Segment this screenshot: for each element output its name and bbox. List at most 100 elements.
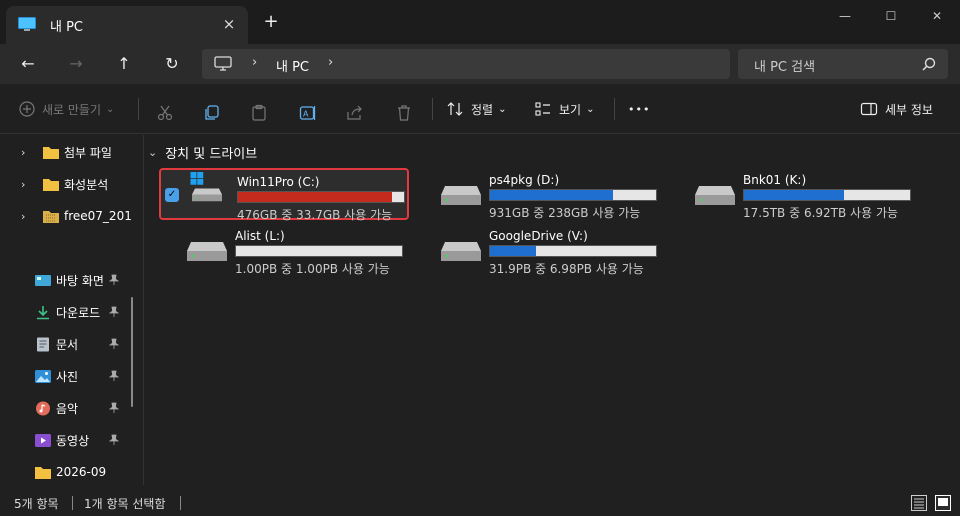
sidebar-item-music[interactable]: 음악 — [0, 395, 130, 421]
sidebar-item-label: 음악 — [56, 401, 79, 416]
pin-icon[interactable] — [109, 306, 119, 318]
download-icon — [37, 305, 49, 319]
breadcrumb-separator[interactable]: › — [252, 55, 257, 70]
chevron-right-icon[interactable]: › — [21, 210, 25, 223]
devices-section-header[interactable]: ⌄ 장치 및 드라이브 — [148, 143, 257, 162]
sidebar-item-analysis[interactable]: › 화성분석 — [0, 171, 130, 197]
details-pane-button[interactable]: 세부 정보 — [860, 97, 933, 121]
maximize-button[interactable]: ☐ — [868, 0, 914, 32]
chevron-right-icon[interactable]: › — [21, 178, 25, 191]
forward-button[interactable]: → — [64, 52, 88, 76]
drive-icon — [441, 186, 481, 205]
drive-item-k[interactable]: Bnk01 (K:) 17.5TB 중 6.92TB 사용 가능 — [667, 168, 917, 220]
pictures-icon — [35, 369, 51, 383]
new-tab-icon[interactable]: + — [262, 13, 280, 31]
sort-button[interactable]: 정렬 ⌄ — [446, 97, 506, 121]
drive-icon — [695, 186, 735, 205]
copy-icon[interactable] — [203, 104, 221, 122]
drive-item-d[interactable]: ps4pkg (D:) 931GB 중 238GB 사용 가능 — [413, 168, 663, 220]
sidebar-item-desktop[interactable]: 바탕 화면 — [0, 267, 130, 293]
drive-name: Alist (L:) — [235, 229, 285, 243]
new-button[interactable]: 새로 만들기 ⌄ — [18, 97, 114, 121]
details-pane-icon — [860, 102, 878, 116]
sidebar-item-2026-09[interactable]: 2026-09 — [0, 459, 130, 485]
view-button[interactable]: 보기 ⌄ — [534, 97, 594, 121]
large-icons-view-icon[interactable] — [935, 495, 951, 511]
drive-item-c[interactable]: ✓ Win11Pro (C:) 476GB 중 33.7GB 사용 가능 — [159, 168, 409, 222]
divider — [614, 98, 615, 120]
pin-icon[interactable] — [109, 402, 119, 414]
drive-free-space: 931GB 중 238GB 사용 가능 — [489, 206, 641, 220]
command-bar: 새로 만들기 ⌄ A 정렬 ⌄ 보기 ⌄ ••• 세부 정보 — [0, 84, 960, 134]
drive-usage-bar — [237, 191, 405, 203]
drive-item-v[interactable]: GoogleDrive (V:) 31.9PB 중 6.98PB 사용 가능 — [413, 224, 663, 276]
folder-icon — [43, 146, 59, 159]
video-icon — [35, 433, 51, 447]
sidebar-item-pictures[interactable]: 사진 — [0, 363, 130, 389]
sort-label: 정렬 — [471, 102, 494, 117]
computer-icon — [214, 56, 232, 71]
sidebar-item-label: 동영상 — [56, 433, 90, 448]
share-icon[interactable] — [346, 104, 364, 122]
minimize-button[interactable]: — — [822, 0, 868, 32]
drive-icon — [187, 242, 227, 261]
breadcrumb-my-pc[interactable]: 내 PC — [276, 56, 309, 75]
pin-icon[interactable] — [109, 370, 119, 382]
sidebar-item-free07[interactable]: › free07_201 — [0, 203, 132, 229]
pin-icon[interactable] — [109, 434, 119, 446]
refresh-button[interactable]: ↻ — [160, 52, 184, 76]
plus-circle-icon — [19, 101, 35, 117]
chevron-down-icon[interactable]: ⌄ — [148, 146, 157, 159]
sort-icon — [447, 102, 463, 116]
paste-icon[interactable] — [250, 104, 268, 122]
tab-close-icon[interactable]: × — [220, 15, 238, 33]
sidebar-item-videos[interactable]: 동영상 — [0, 427, 130, 453]
up-button[interactable]: ↑ — [112, 52, 136, 76]
delete-icon[interactable] — [395, 104, 413, 122]
address-bar[interactable]: › 내 PC › — [202, 49, 730, 79]
drive-name: Bnk01 (K:) — [743, 173, 807, 187]
cut-icon[interactable] — [156, 104, 174, 122]
navigation-pane: › 첨부 파일 › 화성분석 › free07_201 바탕 화면 다운로드 문… — [0, 135, 144, 485]
search-icon — [922, 57, 936, 71]
sidebar-item-label: 문서 — [56, 337, 79, 352]
sidebar-item-downloads[interactable]: 다운로드 — [0, 299, 130, 325]
back-button[interactable]: ← — [16, 52, 40, 76]
drive-name: Win11Pro (C:) — [237, 175, 320, 189]
chevron-right-icon[interactable]: › — [21, 146, 25, 159]
details-view-icon[interactable] — [911, 495, 927, 511]
search-input[interactable]: 내 PC 검색 — [754, 56, 815, 75]
pin-icon[interactable] — [109, 338, 119, 350]
more-options-button[interactable]: ••• — [628, 97, 650, 121]
view-label: 보기 — [559, 102, 582, 117]
drive-usage-fill — [490, 190, 613, 200]
drive-item-l[interactable]: Alist (L:) 1.00PB 중 1.00PB 사용 가능 — [159, 224, 409, 276]
search-box[interactable]: 내 PC 검색 — [738, 49, 948, 79]
document-icon — [37, 337, 49, 351]
folder-icon — [35, 466, 51, 479]
close-window-button[interactable]: ✕ — [914, 0, 960, 32]
drive-usage-bar — [235, 245, 403, 257]
sidebar-item-label: 2026-09 — [56, 465, 107, 479]
sidebar-item-label: 사진 — [56, 369, 79, 384]
tab-my-pc[interactable]: 내 PC × — [6, 6, 248, 44]
chevron-down-icon: ⌄ — [498, 103, 507, 115]
sidebar-item-label: 다운로드 — [56, 305, 101, 320]
pin-icon[interactable] — [109, 274, 119, 286]
drive-free-space: 476GB 중 33.7GB 사용 가능 — [237, 208, 393, 222]
folder-zip-icon — [43, 210, 59, 223]
chevron-down-icon: ⌄ — [586, 103, 595, 115]
sidebar-item-label: free07_201 — [64, 209, 132, 223]
checkbox-checked-icon[interactable]: ✓ — [165, 188, 179, 202]
sidebar-item-documents[interactable]: 문서 — [0, 331, 130, 357]
sidebar-item-attachments[interactable]: › 첨부 파일 — [0, 139, 130, 165]
rename-icon[interactable]: A — [299, 104, 317, 122]
breadcrumb-separator[interactable]: › — [328, 55, 333, 70]
drive-name: ps4pkg (D:) — [489, 173, 560, 187]
item-count: 5개 항목 — [14, 497, 59, 511]
drive-free-space: 31.9PB 중 6.98PB 사용 가능 — [489, 262, 644, 276]
sidebar-scrollbar[interactable] — [131, 297, 133, 407]
drive-icon — [441, 242, 481, 261]
svg-text:A: A — [303, 110, 309, 119]
navigation-bar: ← → ↑ ↻ › 내 PC › 내 PC 검색 — [0, 44, 960, 84]
